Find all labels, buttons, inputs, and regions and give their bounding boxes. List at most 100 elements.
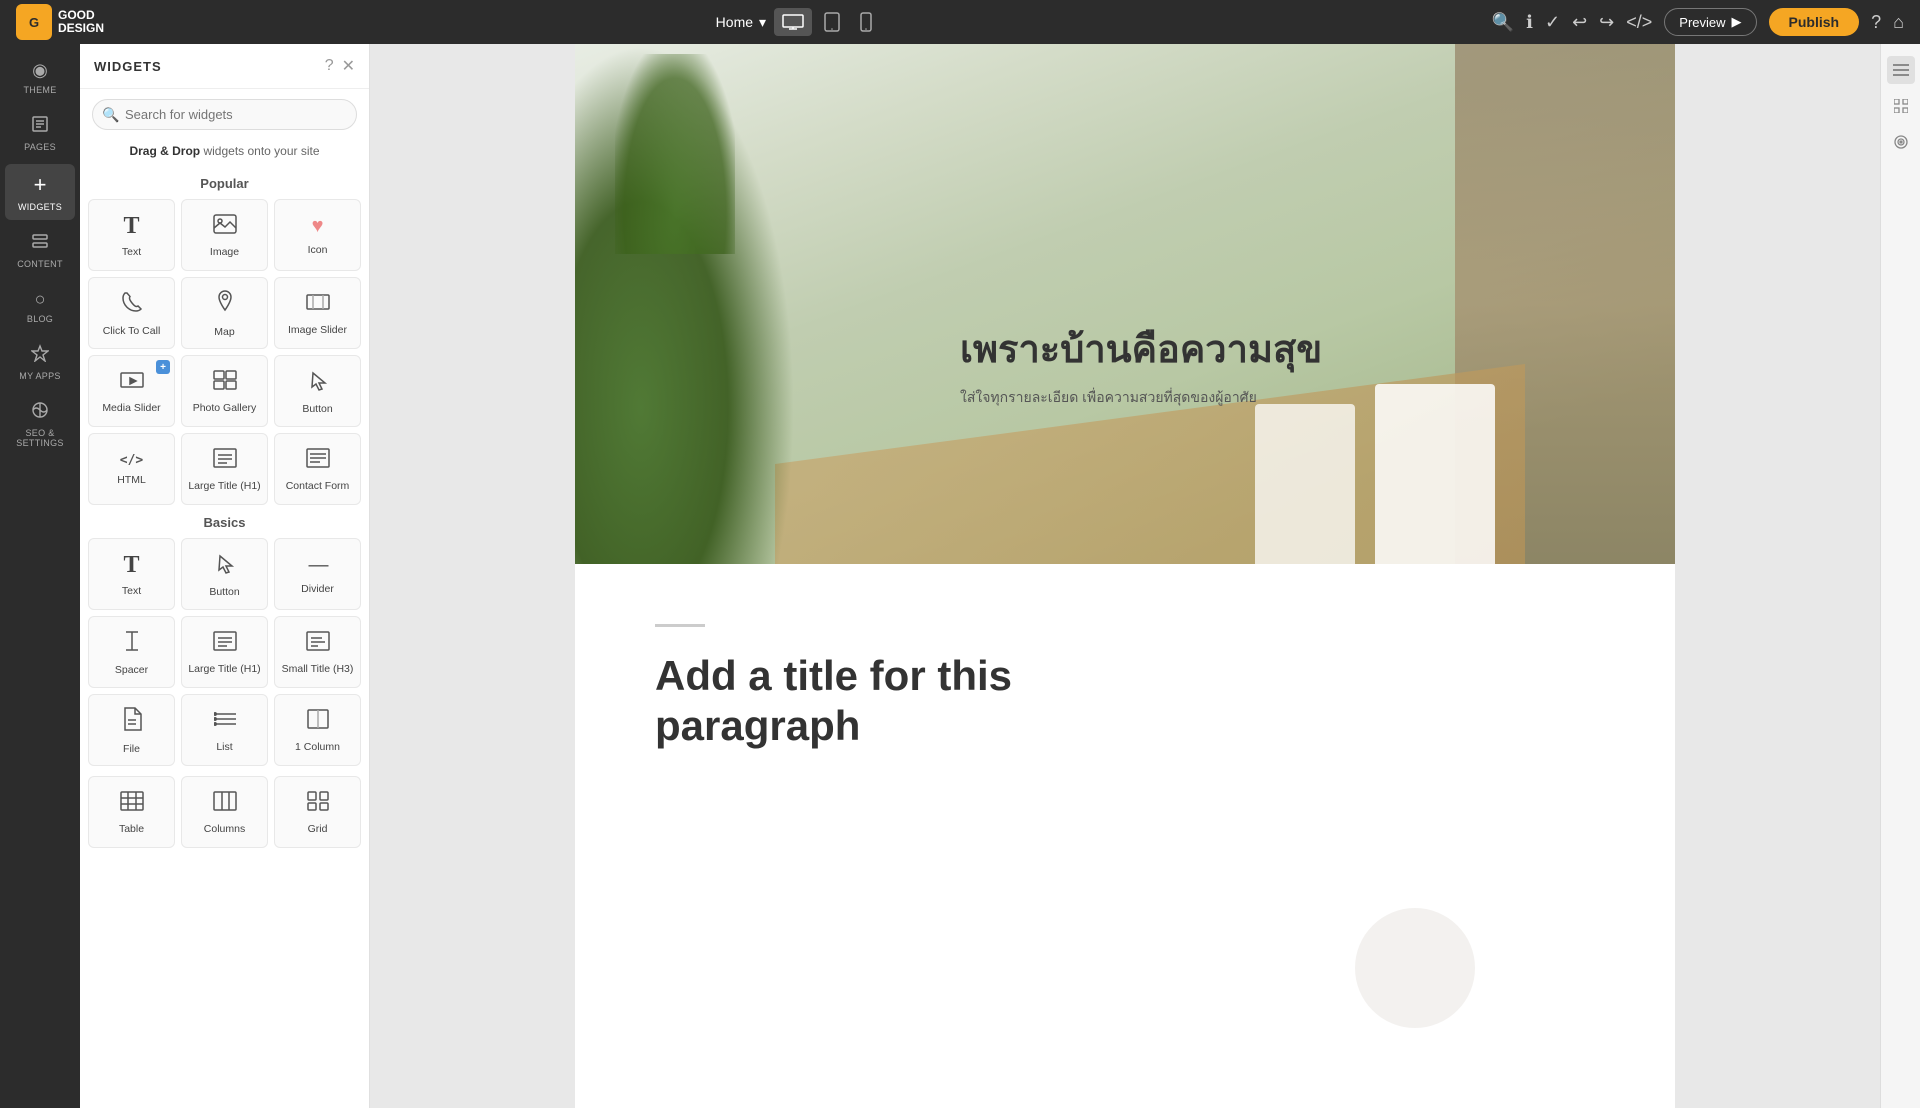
widget-large-title-basics-icon — [213, 631, 237, 657]
blog-icon: ○ — [35, 289, 46, 310]
undo-icon[interactable]: ↩ — [1572, 12, 1587, 33]
page-selector[interactable]: Home ▾ — [716, 14, 766, 31]
topbar-left: G GOODDESIGN — [16, 4, 104, 40]
desktop-device-btn[interactable] — [774, 8, 812, 36]
widget-grid-icon — [307, 791, 329, 817]
canvas-area: เพราะบ้านคือความสุข ใส่ใจทุกรายละเอียด เ… — [370, 44, 1880, 1108]
widget-file-label: File — [123, 743, 140, 756]
widget-map[interactable]: Map — [181, 277, 268, 349]
canvas-inner: เพราะบ้านคือความสุข ใส่ใจทุกรายละเอียด เ… — [370, 44, 1880, 1108]
sidebar-item-seo-label: SEO & SETTINGS — [11, 428, 69, 448]
preview-button[interactable]: Preview ▶ — [1664, 8, 1756, 36]
check-icon[interactable]: ✓ — [1545, 12, 1560, 33]
widget-columns[interactable]: Columns — [181, 776, 268, 848]
chair-decoration-1 — [1375, 384, 1495, 564]
widget-html[interactable]: </> HTML — [88, 433, 175, 505]
preview-label: Preview — [1679, 15, 1725, 30]
widget-grid-label: Grid — [308, 823, 328, 836]
widget-contact-form-label: Contact Form — [286, 480, 350, 493]
sidebar-item-theme[interactable]: ◉ THEME — [5, 52, 75, 103]
widget-list-label: List — [216, 741, 232, 754]
topbar-center: Home ▾ — [716, 8, 880, 36]
widget-media-slider-label: Media Slider — [102, 402, 160, 415]
widget-large-title-basics-label: Large Title (H1) — [188, 663, 260, 676]
widget-text-basics-icon: T — [123, 552, 139, 579]
widgets-help-icon[interactable]: ? — [325, 57, 334, 75]
search-input[interactable] — [92, 99, 357, 130]
sidebar-item-widgets[interactable]: + WIDGETS — [5, 164, 75, 220]
widget-contact-form-icon — [306, 448, 330, 474]
widget-contact-form[interactable]: Contact Form — [274, 433, 361, 505]
widget-image-icon — [213, 214, 237, 240]
widget-file[interactable]: File — [88, 694, 175, 766]
sidebar-item-pages-label: PAGES — [24, 142, 56, 152]
drag-hint-bold: Drag & Drop — [129, 144, 200, 158]
widget-large-title-basics[interactable]: Large Title (H1) — [181, 616, 268, 688]
widget-grid[interactable]: Grid — [274, 776, 361, 848]
widget-image[interactable]: Image — [181, 199, 268, 271]
more-widgets-grid: Table Columns Grid — [88, 776, 361, 848]
widget-text-basics[interactable]: T Text — [88, 538, 175, 610]
logo: G GOODDESIGN — [16, 4, 104, 40]
sidebar-item-myapps[interactable]: MY APPS — [5, 336, 75, 389]
help-icon[interactable]: ? — [1871, 12, 1881, 33]
widget-table[interactable]: Table — [88, 776, 175, 848]
redo-icon[interactable]: ↪ — [1599, 12, 1614, 33]
widget-1-column-icon — [307, 709, 329, 735]
sidebar-item-content[interactable]: CONTENT — [5, 224, 75, 277]
widget-photo-gallery[interactable]: Photo Gallery — [181, 355, 268, 427]
widget-icon[interactable]: ♥ Icon — [274, 199, 361, 271]
widget-large-title-label: Large Title (H1) — [188, 480, 260, 493]
widgets-panel: WIDGETS ? ✕ 🔍 Drag & Drop widgets onto y… — [80, 44, 370, 1108]
widget-table-icon — [120, 791, 144, 817]
widget-html-icon: </> — [120, 453, 143, 468]
widget-text-popular[interactable]: T Text — [88, 199, 175, 271]
widgets-panel-header: WIDGETS ? ✕ — [80, 44, 369, 89]
widget-map-icon — [215, 290, 235, 320]
widget-divider[interactable]: — Divider — [274, 538, 361, 610]
widget-file-icon — [122, 707, 142, 737]
widget-button-popular[interactable]: Button — [274, 355, 361, 427]
publish-button[interactable]: Publish — [1769, 8, 1860, 36]
widget-1-column-label: 1 Column — [295, 741, 340, 754]
sidebar-item-seo[interactable]: SEO & SETTINGS — [5, 393, 75, 456]
drag-hint: Drag & Drop widgets onto your site — [80, 144, 369, 158]
tablet-device-btn[interactable] — [816, 8, 848, 36]
widget-text-icon: T — [123, 213, 139, 240]
widget-image-slider[interactable]: Image Slider — [274, 277, 361, 349]
decorative-circle — [1355, 908, 1475, 1028]
widget-small-title-icon — [306, 631, 330, 657]
widget-button-basics-label: Button — [209, 586, 239, 599]
theme-icon: ◉ — [32, 60, 48, 81]
widget-button-basics[interactable]: Button — [181, 538, 268, 610]
search-icon[interactable]: 🔍 — [1492, 12, 1514, 33]
right-sidebar-layers-icon[interactable] — [1887, 56, 1915, 84]
drag-hint-suffix: widgets onto your site — [200, 144, 319, 158]
search-box: 🔍 — [92, 99, 357, 130]
sidebar-item-pages[interactable]: PAGES — [5, 107, 75, 160]
home-icon[interactable]: ⌂ — [1893, 12, 1904, 33]
widget-list-icon — [214, 709, 236, 735]
left-sidebar: ◉ THEME PAGES + WIDGETS CONTENT ○ BLOG — [0, 44, 80, 1108]
widget-list[interactable]: List — [181, 694, 268, 766]
widget-text-basics-label: Text — [122, 585, 141, 598]
info-icon[interactable]: ℹ — [1526, 12, 1533, 33]
widget-media-slider[interactable]: Media Slider — [88, 355, 175, 427]
sidebar-item-blog[interactable]: ○ BLOG — [5, 281, 75, 332]
widget-1-column[interactable]: 1 Column — [274, 694, 361, 766]
code-icon[interactable]: </> — [1626, 12, 1652, 33]
widget-media-slider-badge — [156, 360, 170, 374]
mobile-device-btn[interactable] — [852, 8, 880, 36]
widget-spacer[interactable]: Spacer — [88, 616, 175, 688]
widget-click-to-call[interactable]: Click To Call — [88, 277, 175, 349]
widgets-close-icon[interactable]: ✕ — [342, 56, 355, 76]
basics-widgets-grid: T Text Button — Divider — [88, 538, 361, 766]
widget-photo-gallery-label: Photo Gallery — [193, 402, 257, 415]
widget-large-title[interactable]: Large Title (H1) — [181, 433, 268, 505]
right-sidebar-grid-icon[interactable] — [1887, 92, 1915, 120]
widget-button-basics-icon — [214, 552, 236, 580]
widget-table-label: Table — [119, 823, 144, 836]
widget-small-title[interactable]: Small Title (H3) — [274, 616, 361, 688]
play-icon: ▶ — [1732, 14, 1742, 30]
right-sidebar-target-icon[interactable] — [1887, 128, 1915, 156]
